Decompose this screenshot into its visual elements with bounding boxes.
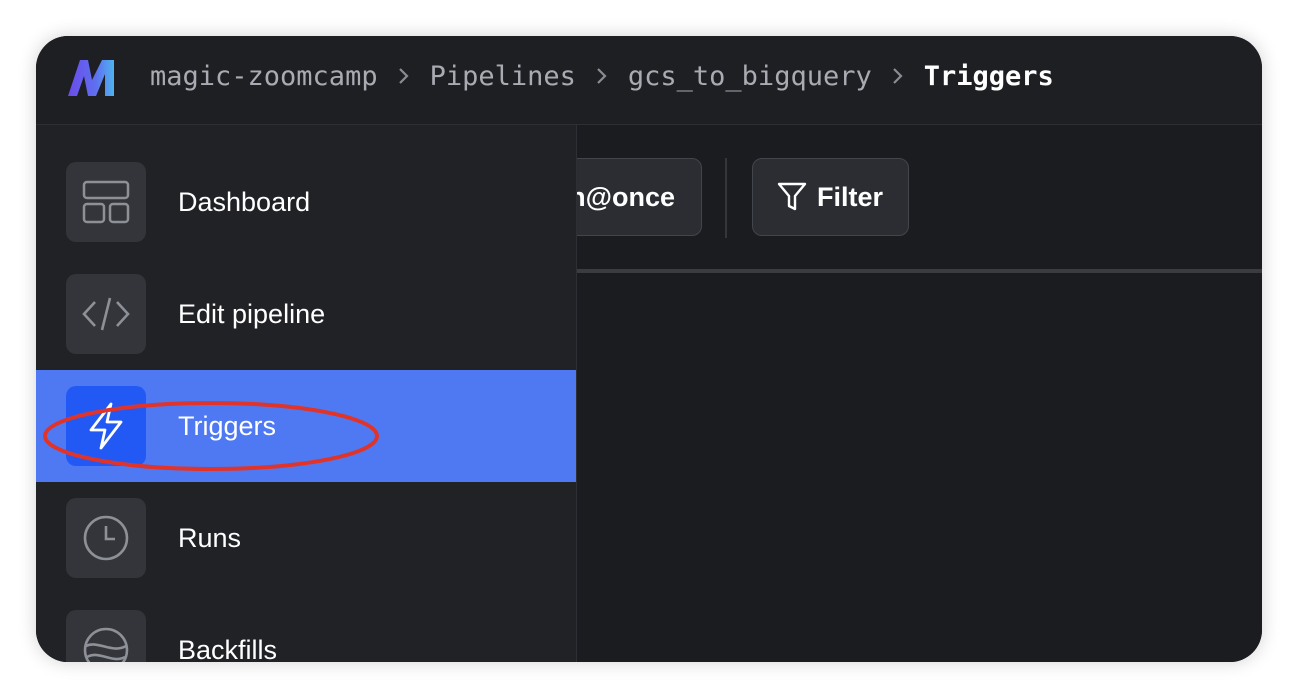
sidebar-item-label: Dashboard — [178, 186, 311, 217]
toolbar-divider — [725, 158, 727, 238]
content-divider — [476, 269, 1262, 273]
sidebar-item-runs[interactable]: Runs — [36, 482, 576, 594]
breadcrumb-pipelines[interactable]: Pipelines — [430, 61, 576, 92]
breadcrumb-pipeline[interactable]: gcs_to_bigquery — [628, 61, 872, 92]
dashboard-icon — [66, 162, 146, 242]
breadcrumb-project[interactable]: magic-zoomcamp — [150, 61, 378, 92]
sidebar-item-backfills[interactable]: Backfills — [36, 594, 576, 662]
sidebar-item-label: Backfills — [178, 634, 278, 663]
filter-button[interactable]: Filter — [752, 158, 909, 236]
filter-label: Filter — [817, 181, 884, 212]
sidebar: Dashboard Edit pipeline Triggers Runs Ba… — [36, 125, 577, 662]
sidebar-item-label: Runs — [178, 522, 242, 553]
top-header: magic-zoomcamp Pipelines gcs_to_bigquery… — [36, 36, 1262, 125]
filter-icon — [777, 182, 807, 211]
chevron-right-icon — [596, 67, 608, 85]
sidebar-item-label: Triggers — [178, 410, 277, 441]
clock-icon — [66, 498, 146, 578]
globe-icon — [66, 610, 146, 662]
chevron-right-icon — [892, 67, 904, 85]
sidebar-item-triggers[interactable]: Triggers — [36, 370, 576, 482]
code-icon — [66, 274, 146, 354]
mage-logo-icon[interactable] — [66, 58, 118, 98]
chevron-right-icon — [398, 67, 410, 85]
run-once-label: n@once — [569, 181, 675, 212]
lightning-icon — [66, 386, 146, 466]
breadcrumb: magic-zoomcamp Pipelines gcs_to_bigquery… — [150, 36, 1054, 116]
sidebar-item-dashboard[interactable]: Dashboard — [36, 146, 576, 258]
sidebar-item-edit-pipeline[interactable]: Edit pipeline — [36, 258, 576, 370]
breadcrumb-current: Triggers — [923, 60, 1054, 92]
sidebar-item-label: Edit pipeline — [178, 298, 326, 329]
app-window: magic-zoomcamp Pipelines gcs_to_bigquery… — [36, 36, 1262, 662]
